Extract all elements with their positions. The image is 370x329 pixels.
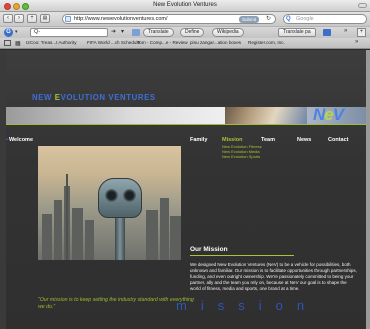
bookmarks-overflow-chevron-icon[interactable]: »	[355, 39, 358, 45]
toolbar-extra-button[interactable]: +	[357, 28, 366, 37]
toolbar-settings-icon[interactable]	[323, 29, 331, 36]
mission-paragraph: We designed New Evolution Ventures (NeV)…	[190, 262, 357, 291]
toolbar-dropdown-icon[interactable]: ▾	[121, 28, 124, 35]
nav-team[interactable]: Team	[261, 137, 275, 143]
toolbar-toggle-button[interactable]	[358, 3, 367, 8]
toolbar-overflow-chevron-icon[interactable]: »	[344, 28, 347, 34]
google-search-placeholder: Google	[296, 16, 314, 22]
toolbar-search-go-icon[interactable]: ➜	[111, 28, 116, 35]
site-logo[interactable]: NEW EVOLUTION VENTURES	[32, 93, 156, 102]
nav-mission[interactable]: Mission	[222, 137, 242, 143]
nav-family[interactable]: Family	[190, 137, 207, 143]
header-divider	[6, 124, 366, 125]
bookmark-item[interactable]: pinu zangar...ation boxes	[190, 40, 241, 45]
reload-icon[interactable]: ↻	[266, 15, 271, 23]
bookmark-item[interactable]: Register.com, Inc.	[248, 40, 285, 45]
bookmark-item[interactable]: Tom - Comp...e - Review	[137, 40, 188, 45]
forward-button[interactable]: ›	[14, 14, 24, 23]
web-page: NEW EVOLUTION VENTURES NeV ▪Welcome Fami…	[0, 50, 370, 329]
mission-quote: "Our mission is to keep setting the indu…	[38, 297, 194, 310]
nev-logo-mark[interactable]: NeV	[313, 105, 344, 125]
nav-news[interactable]: News	[297, 137, 311, 143]
hero-photo-binoculars	[38, 146, 181, 260]
toolbar-menu-chevron-icon[interactable]: ▾	[15, 29, 18, 35]
site-favicon-icon	[65, 16, 71, 22]
toolbar-search-input[interactable]: Q-	[30, 28, 108, 37]
submenu-item[interactable]: New Evolution Sports	[222, 154, 260, 159]
top-sites-grid-icon[interactable]: ▦	[15, 40, 21, 47]
bookmarks-icon[interactable]: ▤	[40, 14, 50, 23]
google-search-field[interactable]: Q Google	[283, 14, 367, 24]
title-bar: New Evolution Ventures	[0, 0, 370, 12]
nav-contact[interactable]: Contact	[328, 137, 348, 143]
window-title: New Evolution Ventures	[153, 2, 217, 8]
url-text: http://www.newevolutionventures.com/	[74, 16, 168, 22]
bookmark-item[interactable]: FIFA World ...ch Schedule	[87, 40, 140, 45]
address-bar[interactable]: http://www.newevolutionventures.com/ Sub…	[62, 14, 276, 24]
navigation-bar: ‹ › + ▤ http://www.newevolutionventures.…	[0, 12, 370, 26]
bookmarks-bar: ▦ I2Coo: Treas...t Authority FIFA World …	[0, 38, 370, 49]
bookmarks-book-icon[interactable]	[4, 40, 11, 46]
vertical-scrollbar[interactable]	[366, 50, 370, 329]
google-toolbar-logo-icon[interactable]: G	[4, 28, 13, 37]
translate-button[interactable]: Translate	[143, 28, 174, 37]
google-search-icon: Q	[286, 16, 291, 22]
mission-divider	[190, 255, 294, 256]
translate-page-button[interactable]: Translate pa	[278, 28, 316, 37]
submit-button[interactable]: Submit	[238, 16, 259, 23]
bookmark-item[interactable]: I2Coo: Treas...t Authority	[26, 40, 77, 45]
mission-watermark-text: mission	[176, 298, 319, 313]
back-button[interactable]: ‹	[3, 14, 13, 23]
wikipedia-button[interactable]: Wikipedia	[212, 28, 244, 37]
define-button[interactable]: Define	[180, 28, 205, 37]
nav-welcome[interactable]: ▪Welcome	[6, 137, 33, 143]
header-banner	[6, 107, 366, 124]
add-bookmark-button[interactable]: +	[27, 14, 37, 23]
google-toolbar: G ▾ Q- ➜ ▾ Translate Define Wikipedia Tr…	[0, 26, 370, 38]
toolbar-bookmark-icon[interactable]	[132, 29, 140, 36]
nav-bullet-icon: ▪	[6, 137, 8, 143]
mission-heading: Our Mission	[190, 246, 228, 253]
header-photo-strip	[225, 107, 307, 124]
